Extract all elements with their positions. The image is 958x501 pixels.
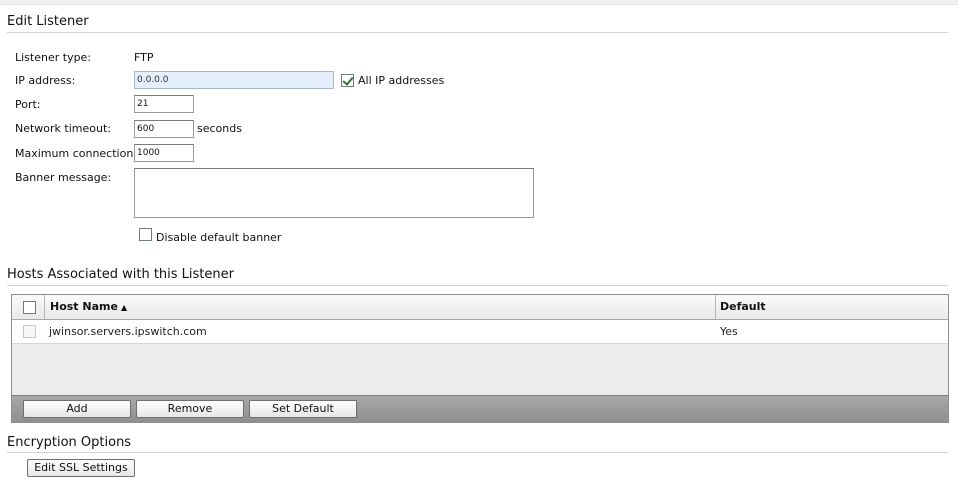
set-default-button[interactable]: Set Default	[249, 400, 357, 418]
column-header-default[interactable]: Default	[716, 295, 948, 319]
remove-button[interactable]: Remove	[136, 400, 244, 418]
all-ip-addresses-checkbox[interactable]	[341, 74, 354, 87]
select-all-checkbox[interactable]	[23, 301, 36, 314]
default-cell: Yes	[720, 325, 738, 338]
select-all-column	[12, 295, 45, 319]
disable-default-banner-checkbox[interactable]	[139, 228, 152, 241]
port-input[interactable]	[134, 95, 194, 113]
banner-message-label: Banner message:	[15, 171, 112, 184]
row-select-checkbox[interactable]	[23, 325, 36, 338]
host-name-header-label: Host Name	[50, 300, 118, 313]
column-header-host-name[interactable]: Host Name ▲	[45, 295, 716, 319]
ip-address-label: IP address:	[15, 74, 76, 87]
add-button[interactable]: Add	[23, 400, 131, 418]
maximum-connections-label: Maximum connections:	[15, 147, 143, 160]
listener-type-value: FTP	[134, 51, 154, 64]
banner-message-textarea[interactable]	[134, 168, 534, 218]
section-title-edit-listener: Edit Listener	[7, 14, 89, 29]
section-divider	[7, 32, 948, 33]
listener-type-label: Listener type:	[15, 51, 92, 64]
network-timeout-label: Network timeout:	[15, 122, 111, 135]
disable-default-banner-label: Disable default banner	[156, 231, 282, 244]
section-title-hosts: Hosts Associated with this Listener	[7, 267, 234, 282]
table-row[interactable]: jwinsor.servers.ipswitch.com Yes	[12, 320, 948, 344]
host-name-cell: jwinsor.servers.ipswitch.com	[49, 325, 207, 338]
all-ip-addresses-label: All IP addresses	[358, 74, 445, 87]
maximum-connections-input[interactable]	[134, 144, 194, 162]
sort-ascending-icon: ▲	[120, 303, 128, 312]
hosts-table-toolbar: Add Remove Set Default	[12, 395, 948, 422]
top-bar	[0, 0, 958, 5]
ip-address-input[interactable]	[134, 71, 334, 89]
section-divider	[7, 285, 948, 286]
section-divider	[7, 452, 948, 453]
section-title-encryption: Encryption Options	[7, 435, 132, 450]
network-timeout-input[interactable]	[134, 120, 194, 138]
hosts-table-header: Host Name ▲ Default	[12, 295, 948, 320]
hosts-table: Host Name ▲ Default jwinsor.servers.ipswi…	[11, 294, 949, 423]
port-label: Port:	[15, 98, 41, 111]
timeout-unit-label: seconds	[197, 122, 242, 135]
edit-ssl-settings-button[interactable]: Edit SSL Settings	[27, 459, 135, 477]
